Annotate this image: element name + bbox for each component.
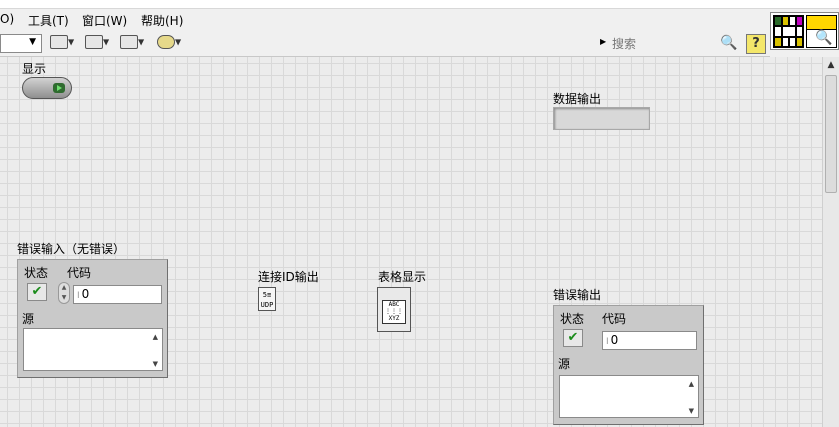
error-out-code-label: 代码 <box>602 312 627 326</box>
representation-icon: I <box>606 337 609 347</box>
vi-icon[interactable]: 🔍 <box>806 15 837 48</box>
checkmark-icon[interactable]: ✔ <box>27 283 47 301</box>
title-bar-remnant <box>0 0 839 9</box>
vi-icon-pane: 🔍 <box>770 12 839 50</box>
distribute-icon <box>85 35 103 49</box>
scroll-up-icon[interactable]: ▲ <box>689 380 694 388</box>
menu-bar: O) 工具(T) 窗口(W) 帮助(H) <box>0 9 770 30</box>
chevron-down-icon: ▼ <box>175 37 182 47</box>
search-input[interactable] <box>608 34 718 54</box>
reorder-icon <box>157 35 175 49</box>
scroll-down-icon[interactable]: ▼ <box>153 360 158 368</box>
data-output-label: 数据输出 <box>553 92 602 106</box>
menu-operate-partial[interactable]: O) <box>0 12 14 26</box>
search-box: ▶ 🔍 <box>598 34 743 54</box>
display-label: 显示 <box>22 62 47 76</box>
error-in-source-label: 源 <box>22 312 35 326</box>
resize-icon <box>120 35 138 49</box>
scroll-up-arrow-icon[interactable]: ▲ <box>823 57 839 73</box>
font-dropdown[interactable]: ▼ <box>0 34 42 53</box>
chevron-down-icon: ▼ <box>138 37 145 47</box>
menu-window[interactable]: 窗口(W) <box>82 12 127 29</box>
checkmark-icon: ✔ <box>563 329 583 347</box>
toolbar: ▼ ▼ ▼ ▼ ▼ ▶ 🔍 ? <box>0 30 770 57</box>
connection-id-label: 连接ID输出 <box>258 270 319 284</box>
scrollbar-thumb[interactable] <box>825 75 837 193</box>
error-out-cluster: 状态 代码 ✔ I0 源 ▲ ▼ <box>553 305 704 425</box>
error-out-code-value: 0 <box>610 333 619 347</box>
error-out-status-label: 状态 <box>560 312 585 326</box>
error-in-cluster: 状态 代码 ✔ ▲ ▼ I0 源 ▲ ▼ <box>17 259 168 378</box>
udp-connection-icon: 5≡ UDP <box>258 287 276 311</box>
connector-pane-icon[interactable] <box>773 15 804 48</box>
chevron-down-icon: ▼ <box>103 37 110 47</box>
chevron-down-icon: ▼ <box>68 37 75 47</box>
chevron-down-icon: ▼ <box>29 37 36 47</box>
resize-objects-button[interactable]: ▼ <box>120 35 144 53</box>
magnifier-icon: 🔍 <box>815 30 833 46</box>
error-in-code-label: 代码 <box>67 266 92 280</box>
error-out-source-field: ▲ ▼ <box>559 375 699 418</box>
table-display-label: 表格显示 <box>378 270 427 284</box>
representation-icon: I <box>77 291 80 301</box>
display-button[interactable] <box>22 77 72 99</box>
error-in-source-field[interactable]: ▲ ▼ <box>23 328 163 371</box>
error-in-label: 错误输入（无错误） <box>17 242 126 256</box>
menu-help[interactable]: 帮助(H) <box>141 12 183 29</box>
data-output-indicator <box>553 107 650 130</box>
expand-arrow-icon[interactable]: ▶ <box>600 37 606 46</box>
vertical-scrollbar[interactable]: ▲ <box>822 57 839 427</box>
error-in-code-value: 0 <box>81 287 90 301</box>
distribute-objects-button[interactable]: ▼ <box>85 35 109 53</box>
menu-tools[interactable]: 工具(T) <box>28 12 69 29</box>
error-in-code-field[interactable]: I0 <box>73 285 162 304</box>
led-icon <box>53 83 65 93</box>
search-icon[interactable]: 🔍 <box>720 35 737 51</box>
scroll-up-icon[interactable]: ▲ <box>153 333 158 341</box>
reorder-button[interactable]: ▼ <box>157 35 181 53</box>
error-out-code-field: I0 <box>602 331 697 350</box>
context-help-button[interactable]: ? <box>746 34 766 54</box>
error-out-label: 错误输出 <box>553 288 602 302</box>
align-objects-button[interactable]: ▼ <box>50 35 74 53</box>
scroll-down-icon[interactable]: ▼ <box>689 407 694 415</box>
table-icon: ABC ⋮⋮⋮ XYZ <box>377 287 411 332</box>
error-in-status-label: 状态 <box>24 266 49 280</box>
code-increment-decrement[interactable]: ▲ ▼ <box>58 282 70 304</box>
align-icon <box>50 35 68 49</box>
error-out-source-label: 源 <box>558 357 571 371</box>
